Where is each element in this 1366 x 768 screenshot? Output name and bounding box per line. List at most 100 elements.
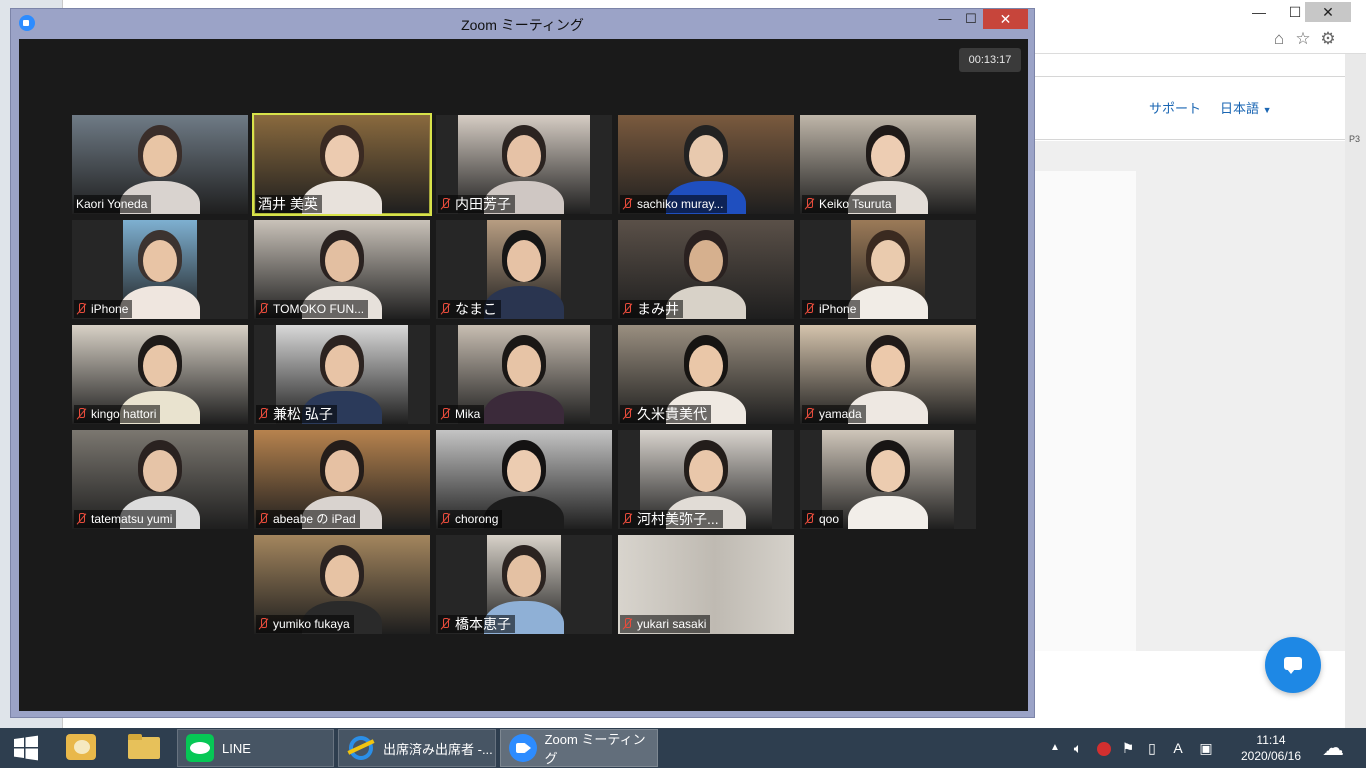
participant-name-label: tatematsu yumi (74, 510, 177, 528)
participant-tile[interactable]: 久米貴美代 (618, 325, 794, 424)
language-selector[interactable]: 日本語 ▼ (1220, 98, 1272, 117)
caret-down-icon: ▼ (1262, 105, 1272, 115)
edge-fragment: P3 (1349, 134, 1361, 144)
participant-name: 内田芳子 (455, 196, 511, 212)
participant-tile[interactable]: yamada (800, 325, 976, 424)
flag-icon[interactable]: ⚑ (1118, 728, 1138, 768)
participant-tile[interactable]: iPhone (72, 220, 248, 319)
participant-name: yukari sasaki (637, 617, 707, 631)
participant-name-label: qoo (802, 510, 844, 528)
browser-minimize-button[interactable]: — (1241, 2, 1277, 22)
participant-tile[interactable]: TOMOKO FUN... (254, 220, 430, 319)
participant-name-label: なまこ (438, 300, 501, 318)
participant-tile[interactable]: 橋本恵子 (436, 535, 612, 634)
participant-name-label: iPhone (74, 300, 133, 318)
zoom-close-button[interactable]: ✕ (983, 9, 1028, 29)
participant-tile[interactable]: chorong (436, 430, 612, 529)
mic-muted-icon (622, 198, 632, 210)
participant-tile[interactable]: まみ井 (618, 220, 794, 319)
participant-tile[interactable]: Kaori Yoneda (72, 115, 248, 214)
participant-name-label: Mika (438, 405, 485, 423)
participant-tile[interactable]: 河村美弥子... (618, 430, 794, 529)
cloud-icon[interactable]: ☁︎ (1316, 728, 1350, 768)
participant-tile[interactable]: 兼松 弘子 (254, 325, 430, 424)
participant-tile[interactable]: iPhone (800, 220, 976, 319)
participant-name: まみ井 (637, 301, 679, 317)
participant-name-label: yumiko fukaya (256, 615, 354, 633)
participant-name-label: 兼松 弘子 (256, 405, 337, 423)
participant-tile[interactable]: 酒井 美英 (252, 113, 432, 216)
participant-name-label: Keiko Tsuruta (802, 195, 896, 213)
volume-icon[interactable]: 🔈︎ (1068, 728, 1088, 768)
participant-tile[interactable]: kingo hattori (72, 325, 248, 424)
mic-muted-icon (76, 303, 86, 315)
participant-tile[interactable]: sachiko muray... (618, 115, 794, 214)
line-icon (186, 734, 214, 762)
file-explorer-icon[interactable] (122, 728, 166, 768)
participant-tile[interactable]: Keiko Tsuruta (800, 115, 976, 214)
participant-tile[interactable]: qoo (800, 430, 976, 529)
participant-name: Mika (455, 407, 481, 421)
participant-name: yumiko fukaya (273, 617, 350, 631)
taskbar-app-zoom[interactable]: Zoom ミーティング (500, 729, 658, 767)
security-icon[interactable] (1094, 728, 1114, 768)
mic-muted-icon (258, 303, 268, 315)
participant-name: 久米貴美代 (637, 406, 707, 422)
participant-tile[interactable]: yukari sasaki (618, 535, 794, 634)
zoom-window-title: Zoom ミーティング (461, 17, 584, 33)
participant-video (120, 220, 200, 319)
browser-close-button[interactable]: ✕ (1305, 2, 1351, 22)
participant-tile[interactable]: abeabe の iPad (254, 430, 430, 529)
mic-muted-icon (440, 303, 450, 315)
participant-name: abeabe の iPad (273, 512, 356, 526)
ime-pad-icon[interactable]: ▣ (1196, 728, 1216, 768)
favorites-star-icon[interactable]: ☆ (1293, 29, 1313, 49)
mic-muted-icon (258, 513, 268, 525)
taskbar-app-line[interactable]: LINE (177, 729, 334, 767)
scrollbar-area[interactable]: P3 (1345, 54, 1366, 728)
clock-time: 11:14 (1256, 733, 1286, 747)
participant-name: なまこ (455, 301, 497, 317)
participant-tile[interactable]: tatematsu yumi (72, 430, 248, 529)
participant-name-label: 久米貴美代 (620, 405, 711, 423)
mic-muted-icon (804, 198, 814, 210)
mic-muted-icon (804, 408, 814, 420)
ime-indicator[interactable]: A (1168, 728, 1188, 768)
chat-button[interactable] (1265, 637, 1321, 693)
tray-overflow-chevron-icon[interactable]: ▲ (1048, 728, 1062, 768)
participant-name: tatematsu yumi (91, 512, 173, 526)
zoom-maximize-button[interactable]: ☐ (957, 9, 985, 29)
participant-name-label: kingo hattori (74, 405, 161, 423)
participant-name: 河村美弥子... (637, 511, 719, 527)
taskbar-app-ie[interactable]: 出席済み出席者 -... (338, 729, 496, 767)
participant-name: chorong (455, 512, 499, 526)
network-icon[interactable]: ▯ (1142, 728, 1162, 768)
participant-name: Keiko Tsuruta (819, 197, 892, 211)
participant-tile[interactable]: yumiko fukaya (254, 535, 430, 634)
participant-tile[interactable]: なまこ (436, 220, 612, 319)
participant-video (848, 220, 928, 319)
start-button[interactable] (8, 728, 44, 768)
clock[interactable]: 11:14 2020/06/16 (1228, 732, 1314, 764)
chat-bubble-tail (1287, 669, 1295, 674)
participant-tile[interactable]: 内田芳子 (436, 115, 612, 214)
participant-name: iPhone (819, 302, 857, 316)
zoom-window: Zoom ミーティング — ☐ ✕ 00:13:17 Kaori Yoneda 酒… (10, 8, 1035, 718)
gear-icon[interactable]: ⚙ (1318, 29, 1338, 49)
participant-name-label: Kaori Yoneda (74, 195, 152, 213)
mic-muted-icon (76, 408, 86, 420)
mic-muted-icon (440, 513, 450, 525)
participant-tile[interactable]: Mika (436, 325, 612, 424)
participant-name-label: iPhone (802, 300, 861, 318)
ie-icon (347, 734, 375, 762)
participant-name-label: abeabe の iPad (256, 510, 360, 528)
zoom-minimize-button[interactable]: — (931, 9, 959, 29)
home-icon[interactable]: ⌂ (1269, 29, 1289, 49)
outlook-pinned-icon[interactable] (60, 728, 104, 768)
zoom-titlebar[interactable]: Zoom ミーティング — ☐ ✕ (11, 9, 1034, 37)
participant-name: kingo hattori (91, 407, 157, 421)
support-link[interactable]: サポート (1149, 98, 1201, 117)
participant-name: 兼松 弘子 (273, 406, 333, 422)
participant-name: iPhone (91, 302, 129, 316)
participant-name: 橋本恵子 (455, 616, 511, 632)
